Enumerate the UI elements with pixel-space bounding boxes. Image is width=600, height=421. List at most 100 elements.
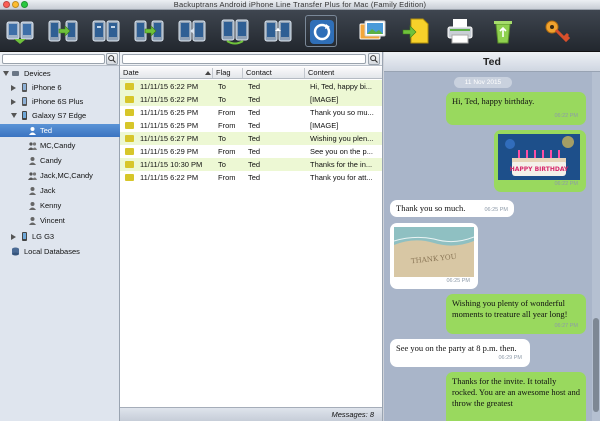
cell-date: 11/11/15 6:22 PM bbox=[140, 82, 199, 91]
sidebar-item-jack[interactable]: Jack bbox=[0, 184, 120, 197]
sidebar-item-iphone-6[interactable]: iPhone 6 bbox=[0, 81, 120, 94]
android-phone-icon bbox=[22, 232, 27, 241]
scrollbar-thumb[interactable] bbox=[593, 318, 599, 412]
sidebar-item-label: Kenny bbox=[40, 201, 62, 210]
cell-flag: From bbox=[218, 173, 236, 182]
sidebar-search-button[interactable] bbox=[106, 53, 118, 65]
chat-bubble-sent[interactable]: Thanks for the invite. It totally rocked… bbox=[446, 372, 586, 421]
iphone-icon bbox=[22, 97, 27, 106]
collapsed-triangle-icon[interactable] bbox=[11, 85, 16, 91]
expand-triangle-icon[interactable] bbox=[3, 71, 9, 76]
devices-group[interactable]: Devices bbox=[0, 67, 120, 80]
messages-search-button[interactable] bbox=[368, 53, 380, 65]
sidebar-search-input[interactable] bbox=[2, 54, 105, 64]
sidebar-item-label: MC,Candy bbox=[40, 141, 76, 150]
contact-icon bbox=[29, 217, 36, 225]
table-row[interactable]: 11/11/15 6:25 PM From Ted [IMAGE] bbox=[120, 119, 382, 132]
message-icon bbox=[125, 96, 134, 103]
collapsed-triangle-icon[interactable] bbox=[11, 99, 16, 105]
devices-icon bbox=[12, 71, 19, 76]
recycle-button[interactable] bbox=[487, 15, 519, 47]
search-icon bbox=[370, 55, 378, 63]
sidebar-item-ted[interactable]: Ted bbox=[0, 124, 120, 137]
chat-bubble-sent-image[interactable]: HAPPY BIRTHDAY 06:22 PM bbox=[494, 130, 586, 192]
print-button[interactable] bbox=[444, 15, 476, 47]
sidebar-item-vincent[interactable]: Vincent bbox=[0, 214, 120, 227]
sidebar-item-kenny[interactable]: Kenny bbox=[0, 199, 120, 212]
export-photos-button[interactable] bbox=[357, 15, 389, 47]
sidebar-item-local-databases[interactable]: Local Databases bbox=[0, 245, 120, 258]
transfer-android-to-iphone-button[interactable] bbox=[47, 15, 79, 47]
sidebar-item-lg-g3[interactable]: LG G3 bbox=[0, 230, 120, 243]
transfer-to-device-button[interactable] bbox=[133, 15, 165, 47]
cell-date: 11/11/15 10:30 PM bbox=[140, 160, 203, 169]
sidebar-item-iphone-6s-plus[interactable]: iPhone 6S Plus bbox=[0, 95, 120, 108]
column-header-content[interactable]: Content bbox=[308, 67, 334, 79]
conversation-contact-title: Ted bbox=[384, 52, 600, 72]
column-header-date[interactable]: Date bbox=[123, 67, 139, 79]
conversation-scrollbar[interactable] bbox=[592, 72, 600, 421]
register-key-button[interactable] bbox=[541, 15, 573, 47]
message-icon bbox=[125, 83, 134, 90]
title-bar: Backuptrans Android iPhone Line Transfer… bbox=[0, 0, 600, 10]
cell-date: 11/11/15 6:25 PM bbox=[140, 108, 199, 117]
chat-bubble-received[interactable]: Thank you so much. 06:25 PM bbox=[390, 200, 514, 217]
table-row[interactable]: 11/11/15 10:30 PM To Ted Thanks for the … bbox=[120, 158, 382, 171]
group-contact-icon bbox=[28, 142, 37, 150]
sidebar-item-label: Local Databases bbox=[24, 247, 80, 256]
table-row[interactable]: 11/11/15 6:29 PM From Ted See you on the… bbox=[120, 145, 382, 158]
bubble-text: Thanks for the invite. It totally rocked… bbox=[452, 376, 580, 408]
search-icon bbox=[108, 55, 116, 63]
export-file-button[interactable] bbox=[400, 15, 432, 47]
restore-to-device-icon bbox=[221, 19, 249, 45]
table-row[interactable]: 11/11/15 6:27 PM To Ted Wishing you plen… bbox=[120, 132, 382, 145]
cell-content: Hi, Ted, happy bi... bbox=[310, 82, 372, 91]
bubble-time: 06:25 PM bbox=[446, 278, 470, 284]
expand-triangle-icon[interactable] bbox=[11, 113, 17, 118]
column-header-flag[interactable]: Flag bbox=[216, 67, 231, 79]
sidebar-item-galaxy-s7-edge[interactable]: Galaxy S7 Edge bbox=[0, 109, 120, 122]
window-title: Backuptrans Android iPhone Line Transfer… bbox=[173, 0, 427, 9]
cell-content: Thank you so mu... bbox=[310, 108, 374, 117]
chat-bubble-sent[interactable]: Wishing you plenty of wonderful moments … bbox=[446, 294, 586, 334]
cell-flag: To bbox=[218, 95, 226, 104]
cell-contact: Ted bbox=[248, 147, 261, 156]
chat-bubble-received[interactable]: See you on the party at 8 p.m. then. 06:… bbox=[390, 339, 530, 367]
transfer-to-device-icon bbox=[134, 20, 164, 42]
backup-devices-icon bbox=[6, 21, 34, 44]
cell-content: [IMAGE] bbox=[310, 121, 339, 130]
chat-bubble-sent[interactable]: Hi, Ted, happy birthday. 06:22 PM bbox=[446, 92, 586, 125]
bubble-text: Hi, Ted, happy birthday. bbox=[452, 96, 535, 106]
restore-to-device-button[interactable] bbox=[219, 15, 251, 47]
table-row[interactable]: 11/11/15 6:25 PM From Ted Thank you so m… bbox=[120, 106, 382, 119]
beach-thank-you-image: THANK YOU bbox=[393, 227, 475, 277]
messages-table-header: Date Flag Contact Content bbox=[120, 67, 382, 79]
cell-date: 11/11/15 6:22 PM bbox=[140, 95, 199, 104]
table-row[interactable]: 11/11/15 6:22 PM From Ted Thank you for … bbox=[120, 171, 382, 184]
sidebar-item-jack-mc-candy[interactable]: Jack,MC,Candy bbox=[0, 169, 120, 182]
refresh-button[interactable] bbox=[305, 15, 337, 47]
sidebar-item-candy[interactable]: Candy bbox=[0, 154, 120, 167]
sidebar-item-mc-candy[interactable]: MC,Candy bbox=[0, 139, 120, 152]
merge-devices-icon bbox=[178, 20, 206, 42]
table-row[interactable]: 11/11/15 6:22 PM To Ted Hi, Ted, happy b… bbox=[120, 80, 382, 93]
merge-devices-button[interactable] bbox=[176, 15, 208, 47]
restore-from-database-button[interactable] bbox=[262, 15, 294, 47]
messages-search-input[interactable] bbox=[122, 54, 366, 64]
column-separator bbox=[304, 68, 305, 78]
sort-ascending-icon[interactable] bbox=[205, 71, 211, 75]
cell-content: Thank you for att... bbox=[310, 173, 373, 182]
database-icon bbox=[12, 247, 19, 256]
backup-devices-button[interactable] bbox=[4, 15, 36, 47]
collapsed-triangle-icon[interactable] bbox=[11, 234, 16, 240]
cell-content: See you on the p... bbox=[310, 147, 373, 156]
table-row[interactable]: 11/11/15 6:22 PM To Ted [IMAGE] bbox=[120, 93, 382, 106]
transfer-iphone-to-android-button[interactable] bbox=[90, 15, 122, 47]
sidebar-item-label: LG G3 bbox=[32, 232, 55, 241]
bubble-time: 06:25 PM bbox=[484, 207, 508, 213]
chat-bubble-received-image[interactable]: THANK YOU 06:25 PM bbox=[390, 223, 478, 289]
column-header-contact[interactable]: Contact bbox=[246, 67, 272, 79]
column-separator bbox=[242, 68, 243, 78]
cell-contact: Ted bbox=[248, 82, 261, 91]
messages-search-row bbox=[120, 52, 382, 66]
